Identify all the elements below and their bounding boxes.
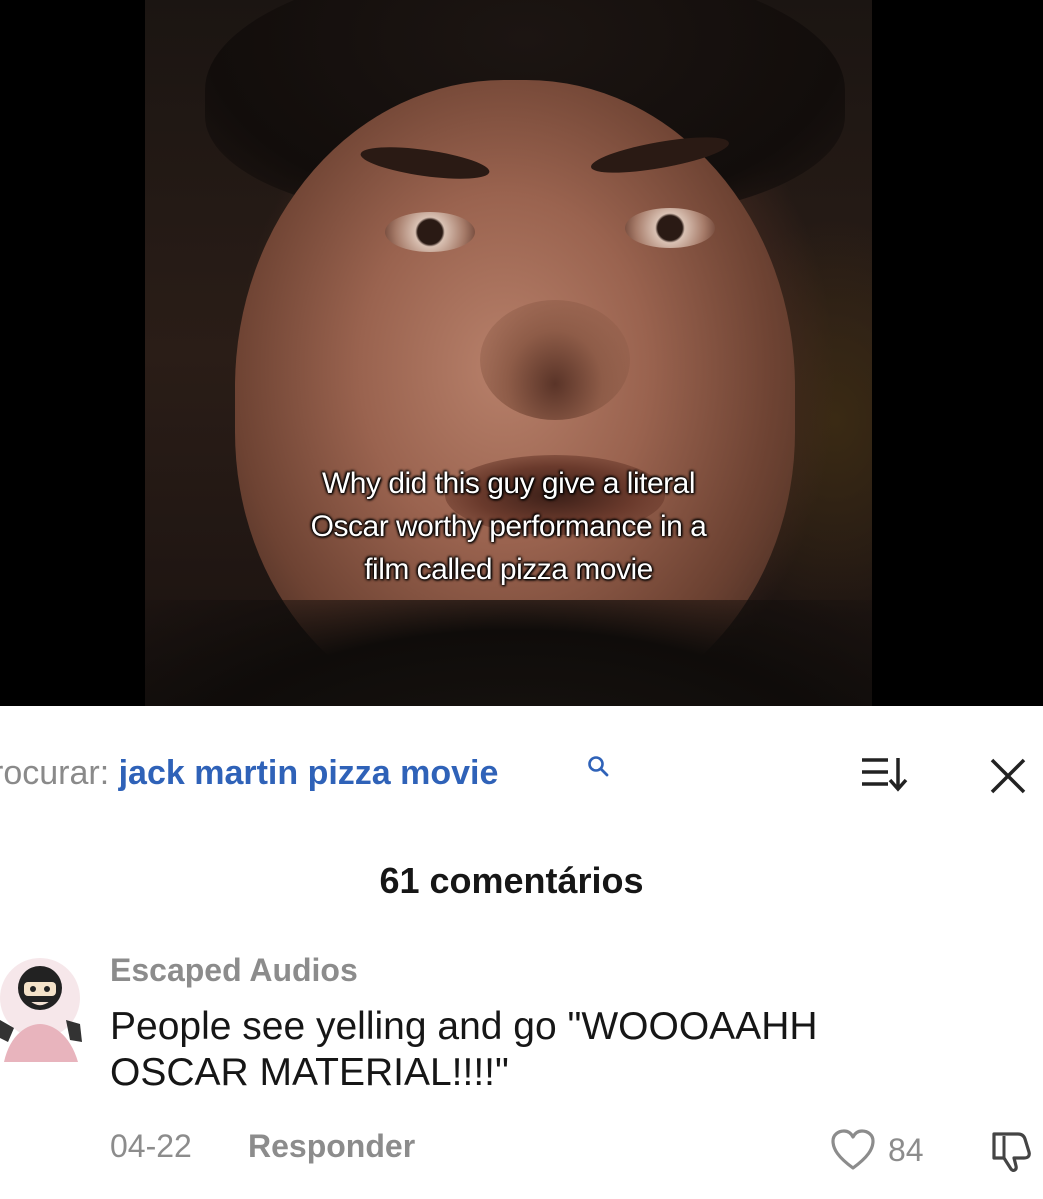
video-eye-right (625, 208, 715, 248)
avatar[interactable] (0, 958, 82, 1062)
search-query[interactable]: jack martin pizza movie (119, 754, 499, 792)
video-eye-left (385, 212, 475, 252)
search-prefix: rocurar: (0, 754, 119, 792)
comment-username[interactable]: Escaped Audios (110, 952, 358, 989)
sort-icon[interactable] (860, 754, 908, 794)
video-nose (480, 300, 630, 420)
video-caption-line: Oscar worthy performance in a (310, 510, 707, 543)
search-icon[interactable] (586, 754, 610, 778)
reply-button[interactable]: Responder (248, 1128, 415, 1165)
search-bar: rocurar: jack martin pizza movie (0, 740, 1043, 810)
comments-screen: Why did this guy give a literal Oscar wo… (0, 0, 1043, 1199)
comments-count: 61 comentários (379, 860, 644, 901)
comment-text-line: OSCAR MATERIAL!!!!" (110, 1051, 509, 1094)
thumbs-down-icon[interactable] (988, 1128, 1034, 1174)
video-caption-line: Why did this guy give a literal (321, 467, 696, 500)
video-caption-line: film called pizza movie (364, 553, 653, 586)
video-frame: Why did this guy give a literal Oscar wo… (145, 0, 872, 706)
comment-text: People see yelling and go "WOOOAAHH OSCA… (110, 1004, 1010, 1096)
heart-icon[interactable] (830, 1128, 876, 1172)
close-icon[interactable] (988, 756, 1028, 796)
comment-text-line: People see yelling and go "WOOOAAHH (110, 1005, 818, 1048)
like-count: 84 (888, 1132, 924, 1168)
comment-date: 04-22 (110, 1128, 192, 1164)
video-shoulder (145, 600, 872, 706)
search-link[interactable]: rocurar: jack martin pizza movie (0, 754, 498, 793)
video-caption: Why did this guy give a literal Oscar wo… (145, 462, 872, 591)
video-player[interactable]: Why did this guy give a literal Oscar wo… (0, 0, 1043, 706)
